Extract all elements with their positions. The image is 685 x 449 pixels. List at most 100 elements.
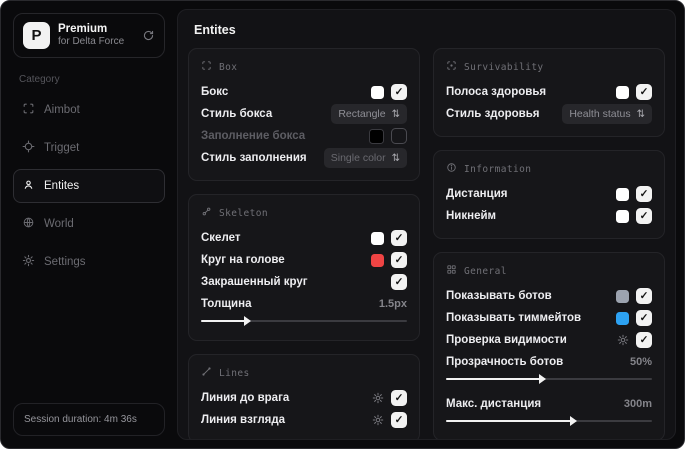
- checkbox[interactable]: [391, 84, 407, 100]
- setting-row-health-style: Стиль здоровья Health status: [446, 103, 652, 125]
- category-label: Category: [19, 74, 60, 85]
- page-title: Entites: [194, 23, 236, 37]
- color-swatch[interactable]: [369, 128, 384, 144]
- box-corners-icon: [201, 60, 212, 74]
- sidebar-item-aimbot[interactable]: Aimbot: [13, 93, 165, 127]
- setting-label: Скелет: [201, 232, 241, 244]
- checkbox[interactable]: [636, 186, 652, 202]
- crosshair-icon: [22, 140, 35, 156]
- left-column: Box Бокс Стиль бокса Rectangle: [188, 48, 420, 439]
- brand-card: P Premium for Delta Force: [13, 13, 165, 58]
- setting-label: Бокс: [201, 86, 229, 98]
- section-box: Box Бокс Стиль бокса Rectangle: [188, 48, 420, 181]
- sidebar-item-label: Aimbot: [44, 104, 80, 116]
- unfold-icon: [392, 152, 400, 164]
- slider-thumb[interactable]: [244, 316, 252, 326]
- checkbox[interactable]: [391, 252, 407, 268]
- setting-row-distance: Дистанция: [446, 183, 652, 205]
- setting-row-filled-circle: Закрашенный круг: [201, 271, 407, 293]
- sidebar-item-entites[interactable]: Entites: [13, 169, 165, 203]
- color-swatch[interactable]: [616, 311, 629, 325]
- setting-label: Показывать ботов: [446, 290, 552, 302]
- info-icon: [446, 162, 457, 176]
- setting-row-nickname: Никнейм: [446, 205, 652, 227]
- sidebar-item-label: World: [44, 218, 74, 230]
- session-duration: Session duration: 4m 36s: [13, 403, 165, 436]
- color-swatch[interactable]: [616, 289, 629, 303]
- checkbox[interactable]: [391, 412, 407, 428]
- checkbox[interactable]: [391, 390, 407, 406]
- slider-value: 50%: [629, 356, 652, 368]
- gear-icon[interactable]: [617, 334, 629, 346]
- fill-style-dropdown[interactable]: Single color: [323, 148, 407, 168]
- section-header: General: [464, 265, 507, 277]
- gear-icon[interactable]: [372, 414, 384, 426]
- slider-thumb[interactable]: [569, 416, 577, 426]
- setting-label: Стиль здоровья: [446, 108, 540, 120]
- checkbox[interactable]: [636, 84, 652, 100]
- setting-label: Стиль бокса: [201, 108, 273, 120]
- gear-icon[interactable]: [372, 392, 384, 404]
- section-header: Skeleton: [219, 207, 268, 219]
- sidebar: P Premium for Delta Force Category Aimbo…: [1, 1, 169, 448]
- setting-row-show-bots: Показывать ботов: [446, 285, 652, 307]
- right-column: Survivability Полоса здоровья Стиль здор…: [433, 48, 665, 439]
- checkbox[interactable]: [391, 128, 407, 144]
- max-distance-slider[interactable]: [446, 416, 652, 426]
- sidebar-item-settings[interactable]: Settings: [13, 245, 165, 279]
- setting-row-show-teammates: Показывать тиммейтов: [446, 307, 652, 329]
- health-style-dropdown[interactable]: Health status: [562, 104, 652, 124]
- setting-row-head-circle: Круг на голове: [201, 249, 407, 271]
- brand-logo: P: [23, 22, 50, 49]
- main-panel: Entites Box Бокс ✓ Стиль бокса Rectangle…: [177, 9, 676, 440]
- section-survivability: Survivability Полоса здоровья Стиль здор…: [433, 48, 665, 137]
- sidebar-item-label: Entites: [44, 180, 80, 192]
- setting-row-skeleton: Скелет: [201, 227, 407, 249]
- slider-value: 300m: [623, 398, 652, 410]
- gear-icon: [22, 254, 35, 270]
- brand-title: Premium: [58, 23, 108, 36]
- color-swatch[interactable]: [616, 85, 629, 99]
- color-swatch[interactable]: [371, 231, 384, 245]
- color-swatch[interactable]: [616, 209, 629, 223]
- setting-label: Линия взгляда: [201, 414, 286, 426]
- survivability-icon: [446, 60, 457, 74]
- color-swatch[interactable]: [371, 85, 384, 99]
- bots-opacity-slider[interactable]: [446, 374, 652, 384]
- sidebar-item-label: Settings: [44, 256, 86, 268]
- checkbox[interactable]: [391, 230, 407, 246]
- unfold-icon: [392, 108, 400, 120]
- section-lines: Lines Линия до врага Линия взгляда: [188, 354, 420, 439]
- setting-row-visibility-check: Проверка видимости: [446, 329, 652, 351]
- refresh-icon[interactable]: [142, 29, 155, 42]
- checkbox[interactable]: [636, 310, 652, 326]
- setting-row-box-style: Стиль бокса Rectangle: [201, 103, 407, 125]
- thickness-slider[interactable]: [201, 316, 407, 326]
- section-header: Box: [219, 61, 238, 73]
- sidebar-item-trigget[interactable]: Trigget: [13, 131, 165, 165]
- setting-row-bots-opacity: Прозрачность ботов 50%: [446, 351, 652, 373]
- checkbox[interactable]: [636, 332, 652, 348]
- bone-icon: [201, 206, 212, 220]
- slider-thumb[interactable]: [538, 374, 546, 384]
- person-icon: [22, 178, 35, 194]
- color-swatch[interactable]: [616, 187, 629, 201]
- checkbox[interactable]: [636, 208, 652, 224]
- setting-label: Закрашенный круг: [201, 276, 308, 288]
- brand-subtitle: for Delta Force: [58, 36, 125, 48]
- color-swatch[interactable]: [371, 253, 384, 267]
- setting-label: Круг на голове: [201, 254, 285, 266]
- slider-value: 1.5px: [378, 298, 407, 310]
- setting-label: Полоса здоровья: [446, 86, 547, 98]
- section-skeleton: Skeleton Скелет Круг на голове: [188, 194, 420, 341]
- setting-row-box-fill: Заполнение бокса: [201, 125, 407, 147]
- setting-label: Линия до врага: [201, 392, 290, 404]
- globe-icon: [22, 216, 35, 232]
- setting-label: Толщина: [201, 298, 252, 310]
- line-icon: [201, 366, 212, 380]
- setting-label: Макс. дистанция: [446, 398, 542, 410]
- sidebar-item-world[interactable]: World: [13, 207, 165, 241]
- box-style-dropdown[interactable]: Rectangle: [331, 104, 407, 124]
- checkbox[interactable]: [391, 274, 407, 290]
- checkbox[interactable]: [636, 288, 652, 304]
